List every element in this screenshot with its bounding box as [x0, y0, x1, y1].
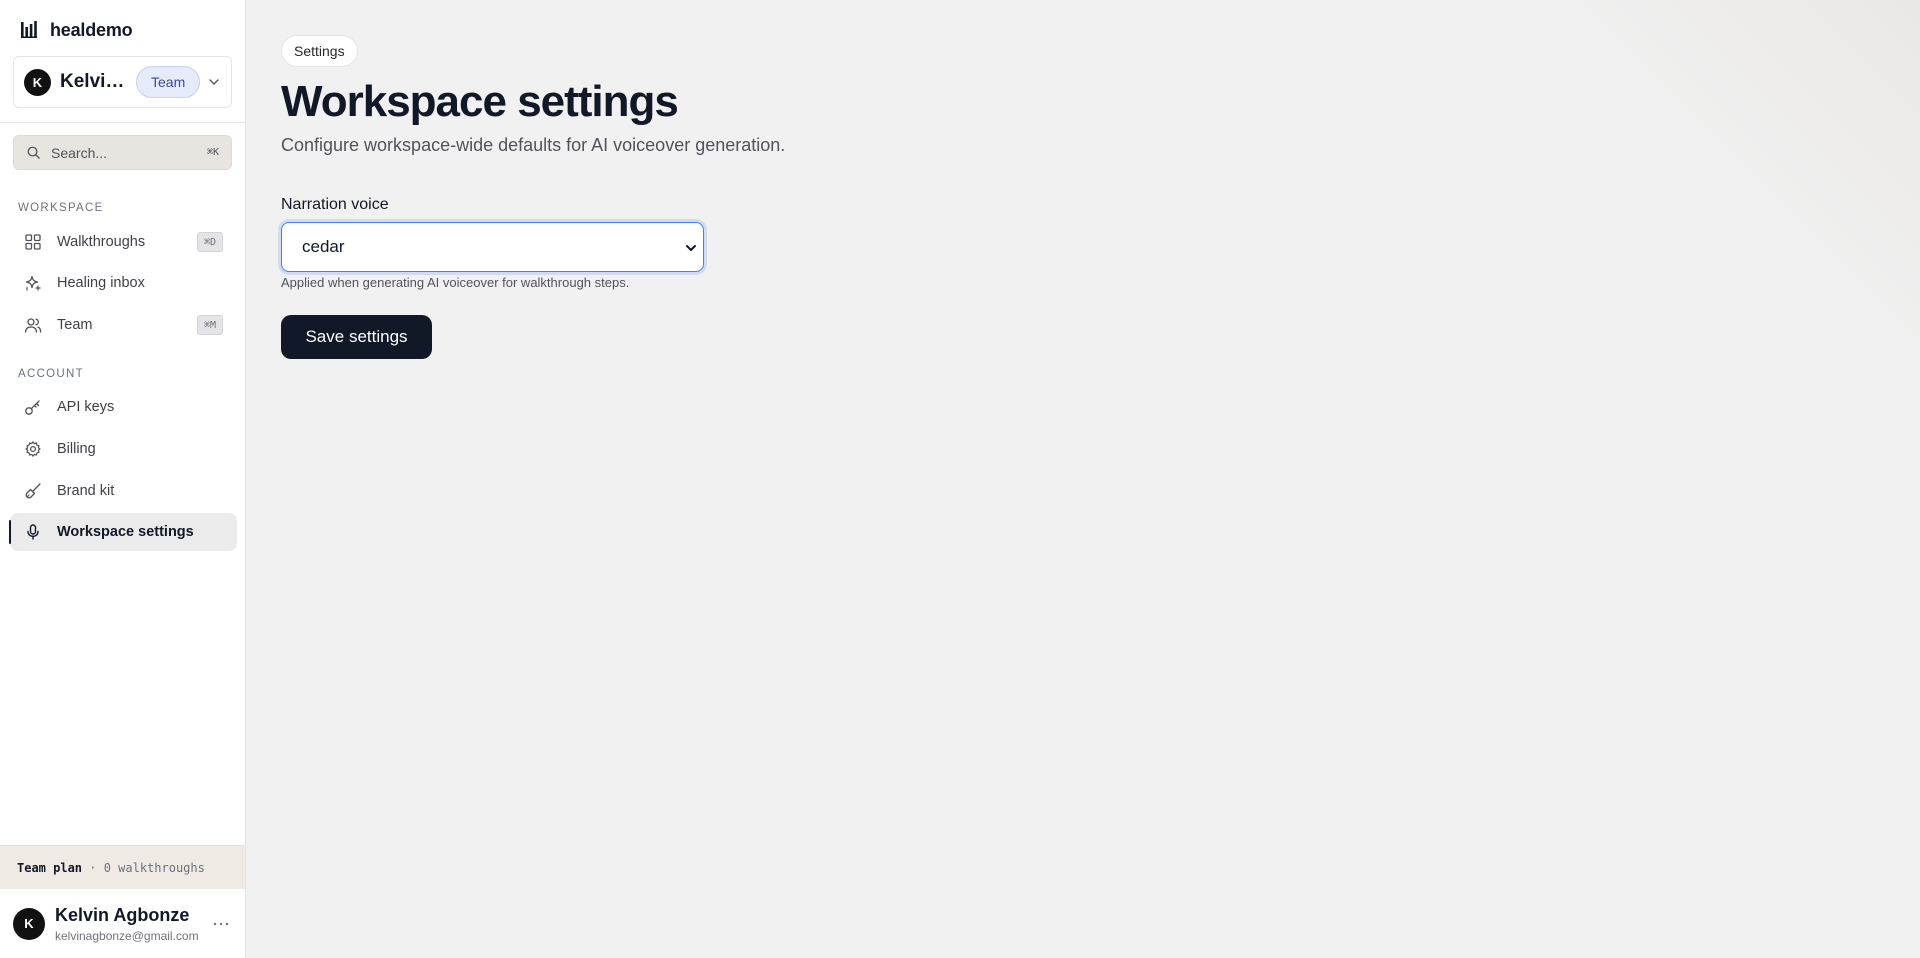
team-switcher[interactable]: K Kelvin Agbonze Team — [13, 56, 232, 108]
search-shortcut: ⌘K — [206, 147, 219, 158]
search-placeholder: Search... — [51, 144, 108, 161]
brand[interactable]: healdemo — [20, 18, 133, 42]
save-settings-button[interactable]: Save settings — [281, 315, 432, 359]
sidebar-divider — [0, 122, 245, 123]
main-content: Settings Workspace settings Configure wo… — [246, 0, 1920, 958]
avatar: K — [13, 907, 45, 940]
search-input[interactable]: Search... ⌘K — [13, 135, 232, 170]
sidebar: healdemo K Kelvin Agbonze Team Search...… — [0, 0, 246, 958]
user-card[interactable]: K Kelvin Agbonze kelvinagbonze@gmail.com — [0, 889, 245, 958]
key-icon — [25, 400, 40, 415]
brush-icon — [25, 483, 41, 499]
users-icon — [24, 318, 42, 333]
narration-voice-help: Applied when generating AI voiceover for… — [281, 275, 630, 290]
sidebar-item-api-keys[interactable]: API keys — [10, 388, 237, 426]
page-subtitle: Configure workspace-wide defaults for AI… — [281, 135, 786, 155]
section-label-account: ACCOUNT — [18, 368, 84, 380]
bars-logo-icon — [21, 21, 37, 38]
sidebar-item-label: Team — [57, 317, 93, 333]
page-title: Workspace settings — [281, 77, 679, 126]
plan-detail: · 0 walkthroughs — [82, 860, 205, 875]
sidebar-item-healing-inbox[interactable]: Healing inbox — [10, 264, 237, 302]
sparkles-icon — [25, 275, 41, 291]
plan-summary: Team plan · 0 walkthroughs — [0, 845, 245, 889]
sidebar-item-walkthroughs[interactable]: Walkthroughs ⌘D — [10, 223, 237, 261]
breadcrumb[interactable]: Settings — [281, 35, 358, 67]
sidebar-item-billing[interactable]: Billing — [10, 430, 237, 468]
narration-voice-value: cedar — [302, 237, 345, 256]
narration-voice-select[interactable]: cedar — [281, 222, 704, 272]
sidebar-item-label: Workspace settings — [57, 524, 194, 540]
sidebar-item-brand-kit[interactable]: Brand kit — [10, 472, 237, 510]
more-horizontal-icon[interactable] — [213, 921, 229, 927]
user-email: kelvinagbonze@gmail.com — [55, 928, 199, 943]
shortcut-badge: ⌘D — [196, 232, 223, 252]
search-icon — [27, 146, 40, 159]
section-label-workspace: WORKSPACE — [18, 202, 104, 214]
chevron-down-icon — [209, 79, 219, 85]
brand-name: healdemo — [50, 19, 133, 40]
shortcut-badge: ⌘M — [196, 315, 223, 335]
team-avatar: K — [24, 68, 51, 96]
sidebar-item-label: API keys — [57, 399, 115, 415]
plan-badge: Team — [136, 66, 201, 98]
plan-name: Team plan — [17, 860, 83, 875]
team-name: Kelvin Agbonze — [60, 71, 128, 92]
user-name: Kelvin Agbonze — [55, 904, 190, 925]
sidebar-item-workspace-settings[interactable]: Workspace settings — [9, 513, 237, 551]
sidebar-item-label: Brand kit — [57, 483, 115, 499]
narration-voice-label: Narration voice — [281, 196, 389, 213]
active-indicator — [9, 520, 11, 544]
chevron-down-icon — [686, 245, 696, 251]
grid-icon — [25, 234, 41, 250]
sidebar-item-label: Billing — [57, 441, 96, 457]
sidebar-item-label: Healing inbox — [57, 275, 145, 291]
gear-icon — [25, 441, 41, 457]
sidebar-item-label: Walkthroughs — [57, 234, 146, 250]
microphone-icon — [27, 524, 39, 540]
sidebar-item-team[interactable]: Team ⌘M — [10, 306, 237, 344]
